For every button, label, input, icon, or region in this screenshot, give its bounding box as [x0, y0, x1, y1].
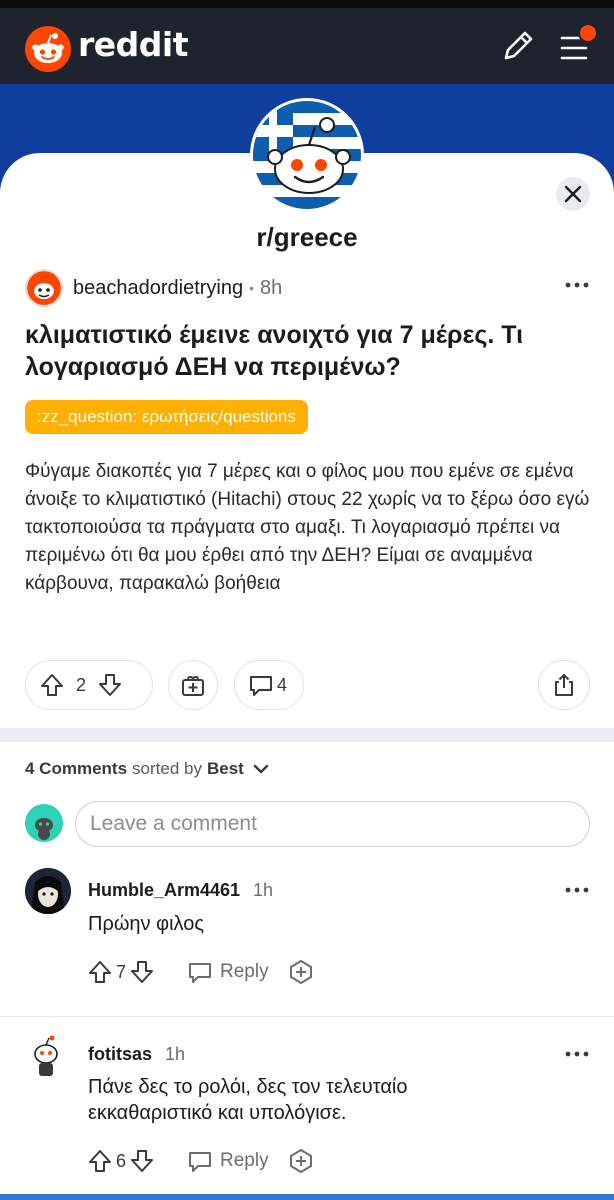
close-button[interactable]: [556, 177, 590, 211]
subreddit-avatar[interactable]: [250, 98, 364, 212]
meta-separator: •: [249, 280, 255, 296]
status-bar: [0, 0, 614, 8]
award-plus-icon[interactable]: [287, 958, 315, 986]
comment-input[interactable]: Leave a comment: [75, 801, 590, 847]
comments-sort-row[interactable]: 4 Comments sorted by Best: [25, 758, 272, 780]
comment-vote-count: 7: [116, 961, 127, 982]
comment-more-icon[interactable]: [562, 880, 592, 900]
downvote-arrow-icon[interactable]: [96, 671, 124, 699]
app-name: reddit: [78, 25, 189, 64]
downvote-arrow-icon[interactable]: [128, 1147, 156, 1175]
comment-bubble-icon: [250, 676, 272, 696]
top-bar: reddit: [0, 8, 614, 84]
comment-vote-count: 6: [116, 1150, 127, 1171]
comment-author[interactable]: fotitsas: [88, 1044, 152, 1065]
award-button[interactable]: [168, 660, 218, 710]
comment-time: 1h: [165, 1044, 186, 1064]
comment-bubble-icon: [189, 963, 212, 983]
post-title: κλιματιστικό έμεινε ανοιχτό για 7 μέρες.…: [25, 321, 524, 381]
comment-bubble-icon: [189, 1152, 212, 1172]
upvote-arrow-icon[interactable]: [38, 671, 66, 699]
comment-divider: [0, 1016, 614, 1017]
post-comment-count: 4: [277, 674, 288, 695]
comment-avatar[interactable]: [25, 1032, 71, 1078]
comment-text: Πρώην φιλος: [88, 913, 204, 935]
comment-text: Πάνε δες το ρολόι, δες τον τελευταίο εκκ…: [88, 1076, 408, 1124]
upvote-arrow-icon[interactable]: [86, 958, 114, 986]
share-button[interactable]: [538, 660, 590, 710]
my-avatar: [25, 804, 63, 842]
chevron-down-icon: [253, 764, 269, 774]
comment-avatar[interactable]: [25, 868, 71, 914]
post-author[interactable]: beachadordietrying: [73, 277, 243, 300]
post-vote-pill: 2: [25, 660, 153, 710]
reply-label: Reply: [220, 1150, 269, 1171]
post-author-row: beachadordietrying • 8h: [25, 268, 282, 308]
subreddit-name[interactable]: r/greece: [0, 222, 614, 253]
notification-dot: [578, 23, 598, 43]
close-icon: [564, 185, 582, 203]
reply-label: Reply: [220, 961, 269, 982]
post-more-icon[interactable]: [562, 275, 592, 295]
comment-actions: 7 Reply: [86, 957, 315, 987]
post-time: 8h: [260, 276, 283, 299]
award-plus-icon[interactable]: [287, 1147, 315, 1175]
comment-time: 1h: [253, 880, 274, 900]
upvote-arrow-icon[interactable]: [86, 1147, 114, 1175]
comment-actions: 6 Reply: [86, 1146, 315, 1176]
sorted-by-label: sorted by: [132, 759, 202, 778]
bottom-edge-bar: [0, 1194, 614, 1200]
share-icon: [555, 674, 573, 696]
author-avatar[interactable]: [25, 269, 63, 307]
downvote-arrow-icon[interactable]: [128, 958, 156, 986]
comment-author[interactable]: Humble_Arm4461: [88, 880, 240, 901]
comments-count: 4 Comments: [25, 759, 128, 778]
pencil-icon[interactable]: [498, 26, 538, 66]
comment-more-icon[interactable]: [562, 1044, 592, 1064]
section-divider: [0, 728, 614, 742]
reply-button[interactable]: Reply: [186, 1147, 269, 1175]
post-vote-count: 2: [76, 674, 87, 695]
reply-button[interactable]: Reply: [186, 958, 269, 986]
award-icon: [182, 675, 204, 696]
post-comments-button[interactable]: 4: [234, 660, 304, 710]
post-body: Φύγαμε διακοπές για 7 μέρες και ο φίλος …: [25, 461, 590, 594]
sort-value: Best: [206, 759, 244, 778]
reddit-logo-icon[interactable]: [25, 26, 71, 72]
post-flair[interactable]: :zz_question: ερωτήσεις/questions: [25, 400, 308, 434]
